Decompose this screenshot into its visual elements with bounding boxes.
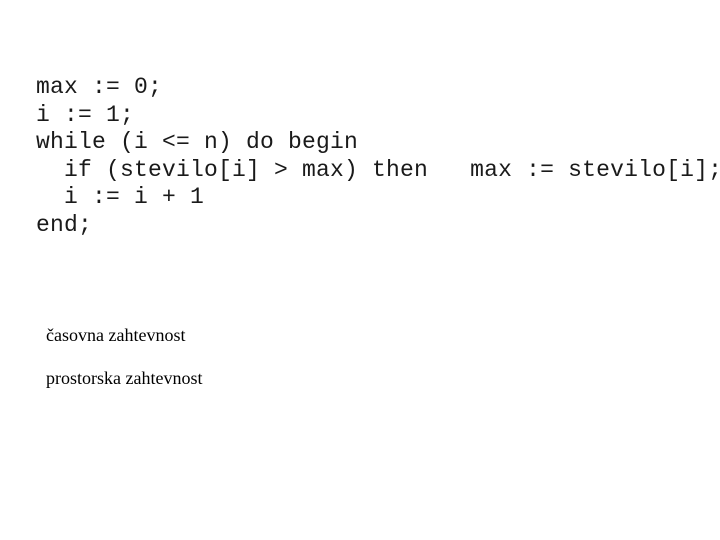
code-line: if (stevilo[i] > max) then max := stevil… (36, 156, 720, 183)
caption-time-complexity: časovna zahtevnost (46, 325, 186, 345)
code-line: max := 0; (36, 74, 163, 100)
slide-canvas: max := 0; i := 1; while (i <= n) do begi… (0, 0, 720, 540)
code-line: end; (36, 211, 93, 238)
code-line: while (i <= n) do begin (36, 129, 359, 155)
caption-group: časovna zahtevnost prostorska zahtevnost (46, 326, 202, 387)
code-block: max := 0; i := 1; while (i <= n) do begi… (36, 74, 720, 239)
code-line: i := i + 1 (36, 184, 205, 210)
caption-space-complexity: prostorska zahtevnost (46, 368, 203, 388)
code-line: i := 1; (36, 101, 135, 128)
